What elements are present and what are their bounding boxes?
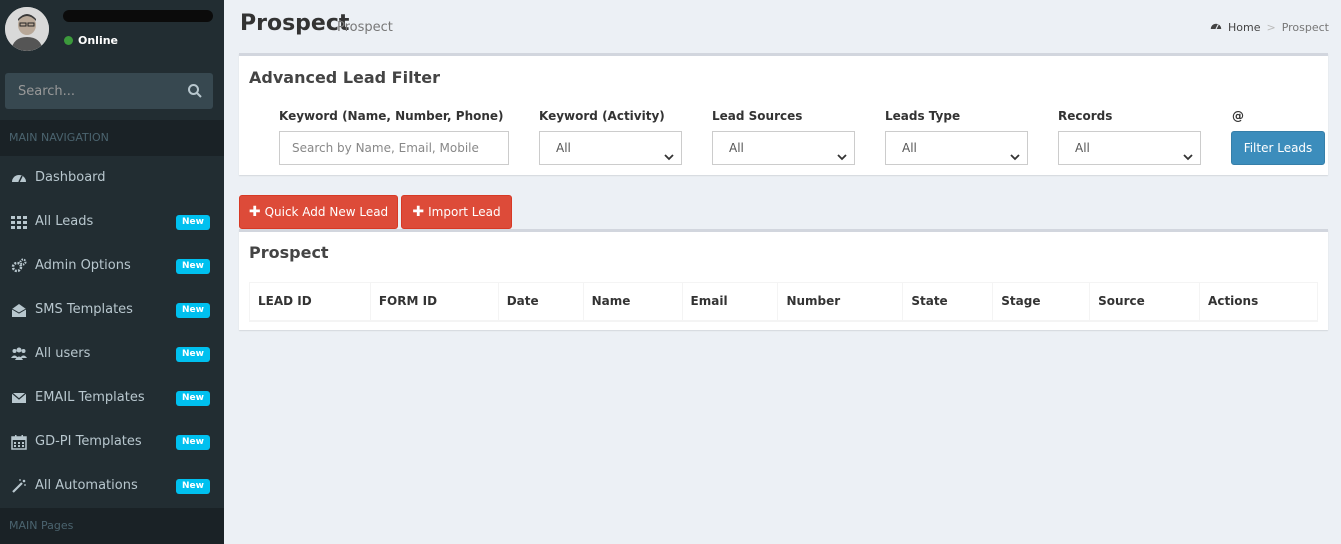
chevron-down-icon: [1182, 143, 1194, 161]
breadcrumb-separator: >: [1266, 21, 1276, 34]
plus-icon: ✚: [248, 204, 261, 220]
sidebar-item-label: All Automations: [35, 478, 138, 493]
sidebar-item-admin-options[interactable]: Admin Options New: [0, 244, 224, 288]
column-header-number[interactable]: Number: [777, 282, 904, 322]
sidebar-item-label: Admin Options: [35, 258, 131, 273]
page-subtitle: Prospect: [337, 20, 393, 35]
column-header-source[interactable]: Source: [1089, 282, 1201, 322]
new-badge: New: [176, 391, 210, 406]
leads-type-label: Leads Type: [885, 109, 961, 123]
activity-select-value: All: [556, 141, 571, 155]
user-panel: Online: [0, 0, 224, 56]
online-status-dot: [64, 36, 73, 45]
filter-leads-button[interactable]: Filter Leads: [1231, 131, 1325, 165]
import-lead-button[interactable]: ✚ Import Lead: [401, 195, 512, 229]
lead-sources-label: Lead Sources: [712, 109, 803, 123]
plus-icon: ✚: [412, 204, 425, 220]
column-header-lead-id[interactable]: LEAD ID: [249, 282, 371, 322]
user-status-label: Online: [78, 34, 119, 47]
prospect-table: LEAD ID FORM ID Date Name Email Number S…: [249, 282, 1318, 322]
activity-select[interactable]: All: [539, 131, 682, 165]
page-title: Prospect: [240, 11, 350, 36]
new-badge: New: [176, 435, 210, 450]
nav-header-main-navigation: MAIN NAVIGATION: [0, 120, 224, 156]
filter-box-title: Advanced Lead Filter: [249, 68, 440, 87]
dashboard-icon: [1210, 20, 1222, 35]
users-icon: [11, 346, 27, 362]
sidebar-item-label: All users: [35, 346, 91, 361]
table-box-title: Prospect: [249, 243, 329, 262]
sidebar-item-gdpi-templates[interactable]: GD-PI Templates New: [0, 420, 224, 464]
grid-icon: [11, 214, 27, 230]
magic-wand-icon: [11, 478, 27, 494]
sidebar-item-all-automations[interactable]: All Automations New: [0, 464, 224, 508]
calendar-icon: [11, 434, 27, 450]
breadcrumb-home-link[interactable]: Home: [1228, 21, 1260, 34]
records-select-value: All: [1075, 141, 1090, 155]
sidebar-item-dashboard[interactable]: Dashboard: [0, 156, 224, 200]
sidebar-search: [5, 73, 213, 109]
new-badge: New: [176, 479, 210, 494]
sidebar-search-input[interactable]: [5, 73, 175, 109]
table-header-row: LEAD ID FORM ID Date Name Email Number S…: [249, 282, 1318, 322]
search-icon[interactable]: [187, 83, 203, 99]
sidebar-item-label: All Leads: [35, 214, 94, 229]
envelope-icon: [11, 390, 27, 406]
cogs-icon: [11, 258, 27, 274]
column-header-form-id[interactable]: FORM ID: [369, 282, 499, 322]
dashboard-icon: [11, 170, 27, 186]
column-header-name[interactable]: Name: [582, 282, 683, 322]
new-badge: New: [176, 347, 210, 362]
sidebar-item-email-templates[interactable]: EMAIL Templates New: [0, 376, 224, 420]
records-select[interactable]: All: [1058, 131, 1201, 165]
sidebar-item-label: Dashboard: [35, 170, 106, 185]
avatar[interactable]: [5, 7, 49, 51]
sidebar-item-label: SMS Templates: [35, 302, 133, 317]
sidebar-item-all-users[interactable]: All users New: [0, 332, 224, 376]
user-status: Online: [64, 34, 118, 47]
keyword-search-input[interactable]: [279, 131, 509, 165]
chevron-down-icon: [836, 143, 848, 161]
at-label: @: [1232, 109, 1244, 123]
chevron-down-icon: [1009, 143, 1021, 161]
column-header-date[interactable]: Date: [497, 282, 584, 322]
import-lead-label: Import Lead: [428, 205, 501, 219]
quick-add-label: Quick Add New Lead: [264, 205, 389, 219]
user-name-redacted: [63, 10, 213, 22]
records-label: Records: [1058, 109, 1113, 123]
quick-add-new-lead-button[interactable]: ✚ Quick Add New Lead: [239, 195, 398, 229]
sidebar-item-sms-templates[interactable]: SMS Templates New: [0, 288, 224, 332]
sidebar-item-label: GD-PI Templates: [35, 434, 142, 449]
sidebar: Online MAIN NAVIGATION Dashboard All Lea…: [0, 0, 224, 544]
column-header-stage[interactable]: Stage: [992, 282, 1091, 322]
sidebar-item-label: EMAIL Templates: [35, 390, 145, 405]
envelope-open-icon: [11, 302, 27, 318]
new-badge: New: [176, 259, 210, 274]
leads-type-select-value: All: [902, 141, 917, 155]
activity-label: Keyword (Activity): [539, 109, 665, 123]
chevron-down-icon: [663, 143, 675, 161]
column-header-actions: Actions: [1199, 282, 1318, 322]
lead-sources-select[interactable]: All: [712, 131, 855, 165]
lead-sources-select-value: All: [729, 141, 744, 155]
new-badge: New: [176, 303, 210, 318]
breadcrumb: Home > Prospect: [1210, 20, 1329, 35]
column-header-state[interactable]: State: [902, 282, 994, 322]
column-header-email[interactable]: Email: [681, 282, 779, 322]
leads-type-select[interactable]: All: [885, 131, 1028, 165]
new-badge: New: [176, 215, 210, 230]
breadcrumb-current: Prospect: [1281, 21, 1329, 34]
nav-header-main-pages: MAIN Pages: [0, 508, 224, 544]
keyword-label: Keyword (Name, Number, Phone): [279, 109, 504, 123]
sidebar-item-all-leads[interactable]: All Leads New: [0, 200, 224, 244]
